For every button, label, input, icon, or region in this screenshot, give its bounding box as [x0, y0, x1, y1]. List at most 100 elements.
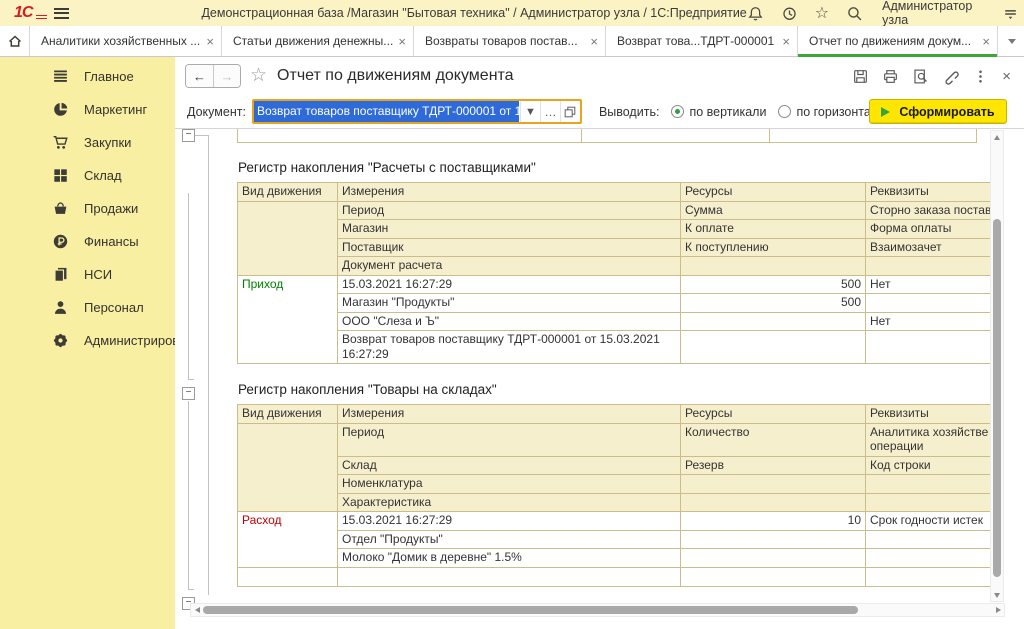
report-cell[interactable]: Расход — [238, 512, 338, 568]
report-cell[interactable]: Форма оплаты — [866, 220, 991, 239]
report-cell[interactable]: Магазин "Продукты" — [338, 294, 681, 313]
current-user[interactable]: Администратор узла — [882, 0, 983, 27]
horizontal-scrollbar[interactable] — [190, 603, 1005, 617]
radio-option-0[interactable]: по вертикали — [671, 105, 766, 119]
report-cell[interactable]: Отдел "Продукты" — [338, 530, 681, 549]
horizontal-scroll-thumb[interactable] — [203, 606, 858, 614]
report-cell[interactable] — [866, 475, 991, 494]
report-cell[interactable]: Аналитика хозяйстве операции — [866, 423, 991, 456]
tab-2[interactable]: Возвраты товаров постав...× — [414, 26, 606, 56]
report-cell[interactable]: Документ расчета — [338, 257, 681, 276]
home-tab[interactable] — [0, 26, 30, 56]
open-document-icon[interactable] — [560, 101, 580, 122]
collapse-group-2[interactable]: − — [182, 387, 195, 400]
report-cell[interactable]: ООО "Слеза и Ъ" — [338, 312, 681, 331]
tab-4[interactable]: Отчет по движениям докум...× — [798, 26, 998, 56]
report-cell[interactable]: Срок годности истек — [866, 512, 991, 531]
sidebar-item-3[interactable]: Склад — [0, 159, 175, 192]
report-cell[interactable] — [681, 530, 866, 549]
report-cell[interactable] — [238, 567, 338, 586]
report-cell[interactable]: Характеристика — [338, 493, 681, 512]
hamburger-menu-icon[interactable] — [54, 8, 69, 19]
report-cell[interactable]: Код строки — [866, 456, 991, 475]
report-cell[interactable] — [866, 294, 991, 313]
tab-0[interactable]: Аналитики хозяйственных ...× — [30, 26, 222, 56]
report-cell[interactable]: Взаимозачет — [866, 238, 991, 257]
sidebar-item-8[interactable]: Администрирование — [0, 324, 175, 357]
history-icon[interactable] — [781, 5, 798, 22]
generate-button[interactable]: Сформировать — [869, 99, 1007, 124]
scroll-down-icon[interactable] — [991, 589, 1003, 601]
notifications-bell-icon[interactable] — [747, 5, 764, 22]
report-cell[interactable] — [238, 201, 338, 275]
vertical-scroll-thumb[interactable] — [993, 219, 1001, 577]
report-cell[interactable] — [866, 257, 991, 276]
tab-close-icon[interactable]: × — [782, 34, 790, 49]
print-icon[interactable] — [882, 68, 899, 85]
sidebar-item-2[interactable]: Закупки — [0, 126, 175, 159]
report-cell[interactable]: Реквизиты — [866, 183, 991, 202]
close-report-icon[interactable]: × — [1002, 68, 1011, 85]
report-cell[interactable]: Магазин — [338, 220, 681, 239]
report-cell[interactable]: Номенклатура — [338, 475, 681, 494]
report-cell[interactable] — [681, 567, 866, 586]
report-cell[interactable]: Период — [338, 423, 681, 456]
sidebar-item-7[interactable]: Персонал — [0, 291, 175, 324]
report-cell[interactable]: Поставщик — [338, 238, 681, 257]
more-actions-icon[interactable] — [972, 68, 989, 85]
report-cell[interactable] — [866, 567, 991, 586]
tab-1[interactable]: Статьи движения денежны...× — [222, 26, 414, 56]
tabs-overflow-icon[interactable] — [1000, 26, 1024, 56]
report-cell[interactable]: Вид движения — [238, 183, 338, 202]
tab-3[interactable]: Возврат това...ТДРТ-000001× — [606, 26, 798, 56]
save-icon[interactable] — [852, 68, 869, 85]
tab-close-icon[interactable]: × — [206, 34, 214, 49]
report-cell[interactable]: К поступлению — [681, 238, 866, 257]
report-cell[interactable] — [866, 493, 991, 512]
report-cell[interactable]: Возврат товаров поставщику ТДРТ-000001 о… — [338, 331, 681, 364]
report-cell[interactable]: 500 — [681, 294, 866, 313]
sidebar-item-1[interactable]: Маркетинг — [0, 93, 175, 126]
report-cell[interactable] — [866, 530, 991, 549]
report-cell[interactable]: 15.03.2021 16:27:29 — [338, 512, 681, 531]
service-menu-icon[interactable] — [1002, 5, 1019, 22]
report-cell[interactable] — [681, 475, 866, 494]
report-cell[interactable] — [866, 331, 991, 364]
scroll-left-icon[interactable] — [191, 604, 203, 616]
tab-close-icon[interactable]: × — [590, 34, 598, 49]
report-cell[interactable] — [681, 549, 866, 568]
back-button[interactable]: ← — [186, 65, 213, 87]
choose-button[interactable]: … — [540, 101, 560, 122]
sidebar-item-0[interactable]: Главное — [0, 60, 175, 93]
forward-button[interactable]: → — [213, 65, 240, 87]
favorite-star-icon[interactable]: ☆ — [250, 66, 267, 86]
document-input[interactable]: Возврат товаров поставщику ТДРТ-000001 о… — [254, 101, 520, 122]
report-cell[interactable] — [681, 312, 866, 331]
get-link-icon[interactable] — [942, 68, 959, 85]
report-cell[interactable]: Склад — [338, 456, 681, 475]
report-cell[interactable] — [866, 549, 991, 568]
report-cell[interactable]: Вид движения — [238, 405, 338, 424]
report-cell[interactable]: 15.03.2021 16:27:29 — [338, 275, 681, 294]
report-cell[interactable]: Количество — [681, 423, 866, 456]
document-field[interactable]: Возврат товаров поставщику ТДРТ-000001 о… — [252, 99, 582, 124]
dropdown-icon[interactable]: ▼ — [520, 101, 540, 122]
report-cell[interactable]: Нет — [866, 275, 991, 294]
vertical-scrollbar[interactable] — [990, 130, 1004, 602]
report-cell[interactable]: Период — [338, 201, 681, 220]
report-cell[interactable]: Ресурсы — [681, 405, 866, 424]
tab-close-icon[interactable]: × — [398, 34, 406, 49]
report-cell[interactable]: 10 — [681, 512, 866, 531]
report-cell[interactable] — [681, 493, 866, 512]
sidebar-item-4[interactable]: Продажи — [0, 192, 175, 225]
report-cell[interactable]: Нет — [866, 312, 991, 331]
report-cell[interactable] — [338, 567, 681, 586]
scroll-up-icon[interactable] — [991, 131, 1003, 143]
sidebar-item-6[interactable]: НСИ — [0, 258, 175, 291]
tab-close-icon[interactable]: × — [982, 34, 990, 49]
report-cell[interactable]: Измерения — [338, 405, 681, 424]
search-icon[interactable] — [846, 5, 863, 22]
collapse-group-1[interactable]: − — [182, 129, 195, 142]
report-cell[interactable]: Ресурсы — [681, 183, 866, 202]
report-cell[interactable] — [238, 423, 338, 512]
